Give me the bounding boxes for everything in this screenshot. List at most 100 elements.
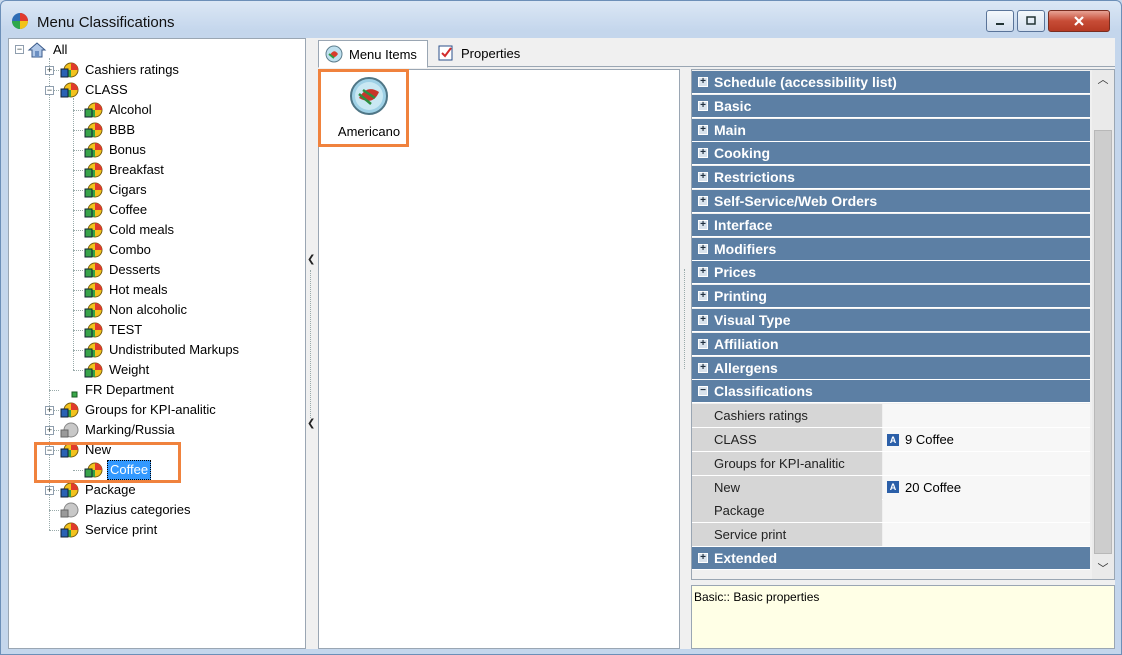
scroll-up-icon[interactable]: ︿ <box>1092 70 1114 90</box>
property-category[interactable]: + Prices <box>692 261 1090 285</box>
tree-item[interactable]: Service print <box>59 520 159 540</box>
expand-icon[interactable]: + <box>698 243 708 254</box>
right-splitter[interactable] <box>680 69 690 649</box>
classification-value: 9 Coffee <box>905 432 954 447</box>
tree-item-label: Cigars <box>109 182 147 197</box>
minimize-button[interactable] <box>986 10 1014 32</box>
classification-value-cell[interactable]: A 9 Coffee <box>883 428 1090 451</box>
category-icon <box>84 182 103 198</box>
classification-value-cell[interactable] <box>883 404 1090 428</box>
classification-row[interactable]: Package <box>692 499 1090 524</box>
expand-icon[interactable]: + <box>698 338 708 349</box>
expand-icon[interactable]: + <box>698 553 708 563</box>
tab-menu-items[interactable]: Menu Items <box>318 40 428 68</box>
tree-item[interactable]: TEST <box>83 320 144 340</box>
tree-expand-toggle[interactable]: + <box>45 426 54 435</box>
property-grid: ︿ ﹀ + Schedule (accessibility list) + Basic… <box>691 69 1115 580</box>
expand-icon[interactable]: + <box>698 124 708 135</box>
close-button[interactable] <box>1048 10 1110 32</box>
classification-row[interactable]: New A 20 Coffee <box>692 475 1090 500</box>
property-category[interactable]: + Allergens <box>692 356 1090 380</box>
tree-item[interactable]: Alcohol <box>83 100 154 120</box>
expand-icon[interactable]: + <box>698 148 708 159</box>
tree-item[interactable]: Coffee <box>83 200 149 220</box>
tab-properties[interactable]: Properties <box>431 40 531 66</box>
tree-item[interactable]: Breakfast <box>83 160 166 180</box>
tree-item[interactable]: Package <box>59 480 138 500</box>
property-category[interactable]: + Modifiers <box>692 237 1090 261</box>
tree-item[interactable]: Cashiers ratings <box>59 60 181 80</box>
home-icon <box>27 42 47 58</box>
tree-expand-toggle[interactable]: + <box>45 66 54 75</box>
property-category[interactable]: + Schedule (accessibility list) <box>692 71 1090 94</box>
scroll-thumb[interactable] <box>1094 130 1112 554</box>
expand-icon[interactable]: + <box>698 315 708 325</box>
tab-menu-items-label: Menu Items <box>349 46 417 62</box>
classification-name: CLASS <box>692 428 882 451</box>
tree-expand-toggle[interactable]: + <box>45 486 54 495</box>
collapse-left-icon-bottom[interactable]: ❮ <box>307 418 315 429</box>
expand-icon[interactable]: + <box>698 267 708 278</box>
tree-collapse-toggle[interactable]: − <box>45 86 54 95</box>
tree-item[interactable]: BBB <box>83 120 137 140</box>
left-splitter[interactable]: ❮ ❮ <box>306 38 316 649</box>
tree-item[interactable]: Cigars <box>83 180 149 200</box>
classification-value-cell[interactable] <box>883 451 1090 475</box>
classification-name: Cashiers ratings <box>692 404 882 428</box>
classification-row[interactable]: Service print <box>692 523 1090 548</box>
expand-icon[interactable]: + <box>698 291 708 302</box>
tree-item[interactable]: Groups for KPI-analitic <box>59 400 218 420</box>
classification-value-cell[interactable] <box>883 499 1090 523</box>
classification-tree[interactable]: All − Cashiers ratings + CLASS − Alcohol BBB Bon… <box>8 38 306 649</box>
tree-item[interactable]: Bonus <box>83 140 148 160</box>
collapse-left-icon[interactable]: ❮ <box>307 254 315 265</box>
property-category-extended[interactable]: + Extended <box>692 547 1090 570</box>
classification-value-cell[interactable] <box>883 523 1090 547</box>
tree-item[interactable]: Combo <box>83 240 153 260</box>
property-category[interactable]: + Main <box>692 118 1090 142</box>
tree-item[interactable]: FR Department <box>59 380 176 400</box>
tree-expand-toggle[interactable]: + <box>45 406 54 415</box>
tree-item[interactable]: Cold meals <box>83 220 176 240</box>
expand-icon[interactable]: + <box>698 196 708 206</box>
tree-item[interactable]: Undistributed Markups <box>83 340 241 360</box>
maximize-button[interactable] <box>1017 10 1045 32</box>
classification-row[interactable]: Groups for KPI-analitic <box>692 451 1090 476</box>
property-category[interactable]: + Restrictions <box>692 166 1090 190</box>
property-category[interactable]: + Cooking <box>692 142 1090 166</box>
property-category[interactable]: + Basic <box>692 94 1090 118</box>
classification-value-cell[interactable]: A 20 Coffee <box>883 475 1090 499</box>
tree-item[interactable]: Weight <box>83 360 151 380</box>
category-icon <box>84 142 103 158</box>
description-panel: Basic:: Basic properties <box>691 585 1115 649</box>
property-category[interactable]: + Self-Service/Web Orders <box>692 190 1090 213</box>
property-category[interactable]: − Classifications <box>692 380 1090 404</box>
scroll-down-icon[interactable]: ﹀ <box>1092 559 1114 579</box>
tree-item[interactable]: Hot meals <box>83 280 170 300</box>
property-category-label: Allergens <box>714 359 778 376</box>
expand-icon[interactable]: + <box>698 77 708 87</box>
property-category[interactable]: + Printing <box>692 285 1090 309</box>
tree-item[interactable]: Plazius categories <box>59 500 193 520</box>
property-category[interactable]: + Affiliation <box>692 332 1090 356</box>
tree-collapse-toggle[interactable]: − <box>15 45 24 54</box>
expand-icon[interactable]: + <box>698 362 708 373</box>
tree-item-root[interactable]: All <box>27 40 69 60</box>
menu-classifications-window: Menu Classifications All − Cashiers rating… <box>0 0 1122 655</box>
tree-item[interactable]: Desserts <box>83 260 162 280</box>
classification-row[interactable]: Cashiers ratings <box>692 404 1090 429</box>
tree-item[interactable]: CLASS <box>59 80 130 100</box>
tree-item[interactable]: Non alcoholic <box>83 300 189 320</box>
expand-icon[interactable]: + <box>698 172 708 183</box>
expand-icon[interactable]: + <box>698 219 708 230</box>
tree-item[interactable]: Marking/Russia <box>59 420 177 440</box>
property-grid-scrollbar[interactable]: ︿ ﹀ <box>1092 70 1114 579</box>
tree-item-label: Undistributed Markups <box>109 342 240 357</box>
property-category-label: Classifications <box>714 383 813 400</box>
property-category[interactable]: + Interface <box>692 213 1090 237</box>
classification-row[interactable]: CLASS A 9 Coffee <box>692 428 1090 452</box>
expand-icon[interactable]: + <box>698 100 708 111</box>
category-icon <box>84 242 103 258</box>
collapse-icon[interactable]: − <box>698 386 708 397</box>
property-category[interactable]: + Visual Type <box>692 309 1090 332</box>
